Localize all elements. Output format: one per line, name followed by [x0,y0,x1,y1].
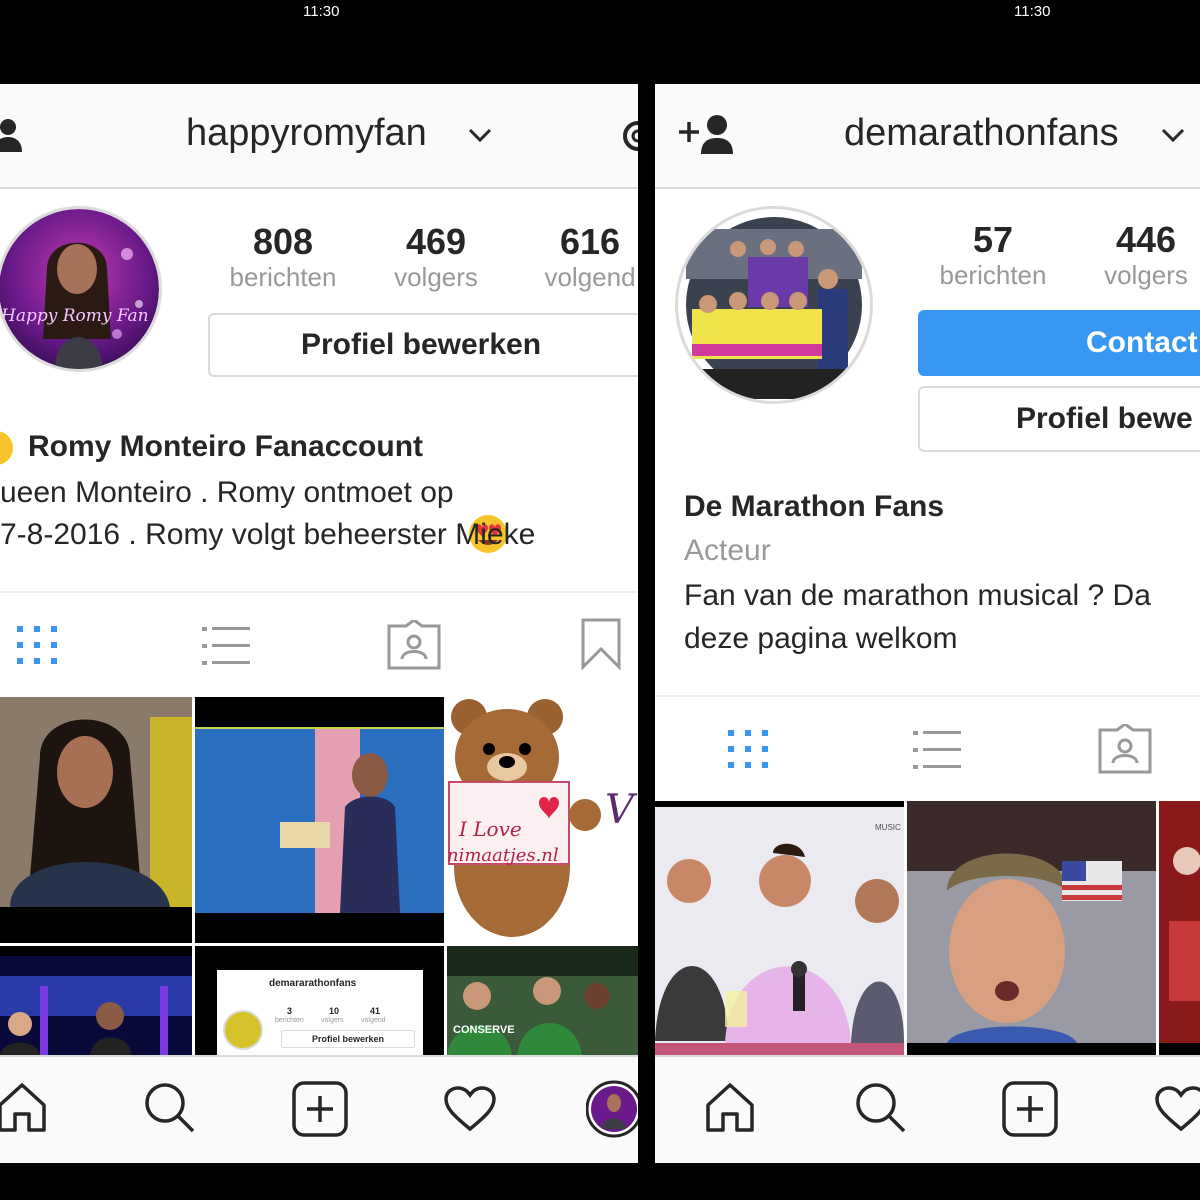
grid-photo-3-text-3: V [605,787,634,833]
mini-username: demararathonfans [269,978,357,989]
bio-line-2: 7-8-2016 . Romy volgt beheerster Mieke [0,518,536,551]
search-icon[interactable] [854,1081,906,1133]
person-icon[interactable] [0,118,26,154]
add-post-icon[interactable] [292,1081,348,1137]
mini-stat-3: 41 [370,1006,381,1016]
mini-stat-1-label: berichten [275,1017,304,1024]
chevron-down-icon[interactable] [467,126,493,144]
grid-photo-3-text-1: I Love [459,817,522,841]
status-time-right: 11:30 [1014,3,1051,20]
stat-following-label: volgend [544,262,636,292]
tagged-photos-icon[interactable] [386,620,442,670]
bio-line-1: ueen Monteiro . Romy ontmoet op [0,476,454,509]
grid-photo-6[interactable]: CONSERVE [447,946,638,1056]
grid-photo-3[interactable]: I Love nimaatjes.nl V [447,697,638,943]
grid-photo-3-text-2: nimaatjes.nl [447,845,559,866]
chevron-down-icon[interactable] [1160,126,1186,144]
add-post-icon[interactable] [1002,1081,1058,1137]
profile-header-bar: demarathonfans [655,84,1200,189]
edit-profile-button[interactable]: Profiel bewe [918,386,1200,452]
avatar-text: Happy Romy Fan [1,306,149,326]
mini-stat-2-label: volgers [321,1017,344,1024]
grid-photo-2[interactable] [195,697,444,943]
grid-photo-2[interactable] [907,801,1156,1055]
heart-icon[interactable] [443,1085,497,1133]
heart-icon[interactable] [1154,1085,1200,1133]
stat-posts-count: 57 [972,219,1014,260]
stat-following-count: 616 [559,221,621,262]
music-tag: MUSIC [875,823,901,832]
stat-followers[interactable]: 469 volgers [370,221,502,293]
grid-photo-3[interactable] [1159,801,1200,1055]
profile-avatar[interactable] [675,206,873,404]
stat-followers-count: 469 [405,221,467,262]
bio-line-2: deze pagina welkom [684,622,958,655]
add-person-icon[interactable] [677,114,737,156]
mini-stat-2: 10 [329,1006,340,1016]
bottom-nav-bar [655,1055,1200,1163]
mini-edit-button: Profiel bewerken [281,1030,415,1048]
mini-stat-1: 3 [287,1006,293,1016]
status-time-left: 11:30 [303,3,340,20]
bio-name: Romy Monteiro Fanaccount [28,430,424,463]
grid-view-icon[interactable] [728,730,770,770]
profile-tab-bar [0,591,638,699]
grid-view-icon[interactable] [17,626,59,666]
mini-stat-3-label: volgend [361,1017,386,1024]
bio-line-1: Fan van de marathon musical ? Da [684,579,1151,612]
bio-name: De Marathon Fans [684,490,945,523]
stat-followers-label: volgers [1104,260,1188,290]
search-icon[interactable] [143,1081,195,1133]
grid-photo-4[interactable] [0,946,192,1056]
profile-panel-right: demarathonfans 57 berichten 446 volgers … [655,84,1200,1163]
profile-tab-bar [655,695,1200,803]
grid-photo-1[interactable]: MUSIC [655,801,904,1055]
stat-followers[interactable]: 446 volgers [1083,219,1200,291]
heart-eyes-emoji-icon [0,431,13,465]
home-icon[interactable] [704,1081,756,1133]
bottom-nav-bar [0,1055,638,1163]
stat-posts-label: berichten [939,260,1047,290]
stat-posts-count: 808 [252,221,314,262]
stat-followers-count: 446 [1115,219,1177,260]
tagged-photos-icon[interactable] [1097,724,1153,774]
list-view-icon[interactable] [913,730,961,770]
profile-tab-avatar-icon[interactable] [586,1077,638,1141]
shirt-text: CONSERVE [453,1024,515,1036]
home-icon[interactable] [0,1081,48,1133]
profile-username[interactable]: happyromyfan [186,112,427,155]
contact-button[interactable]: Contact [918,310,1200,376]
profile-username[interactable]: demarathonfans [844,112,1119,155]
stat-posts-label: berichten [229,262,337,292]
stat-posts[interactable]: 57 berichten [923,219,1063,291]
grid-photo-1[interactable] [0,697,192,943]
edit-profile-button[interactable]: Profiel bewerken [208,313,638,377]
profile-avatar[interactable]: Happy Romy Fan [0,206,162,372]
bookmark-icon[interactable] [581,618,621,670]
gear-icon[interactable] [616,116,638,156]
stat-posts[interactable]: 808 berichten [213,221,353,293]
list-view-icon[interactable] [202,626,250,666]
stat-following[interactable]: 616 volgend [530,221,638,293]
mini-avatar [223,1010,263,1050]
bio-category: Acteur [684,534,771,567]
stat-followers-label: volgers [394,262,478,292]
mini-profile-screenshot: demararathonfans 3 berichten 10 volgers … [217,970,423,1056]
profile-panel-left: happyromyfan Happy Romy Fan 808 berichte… [0,84,638,1163]
grid-photo-5[interactable]: demararathonfans 3 berichten 10 volgers … [195,946,444,1056]
profile-header-bar: happyromyfan [0,84,638,189]
